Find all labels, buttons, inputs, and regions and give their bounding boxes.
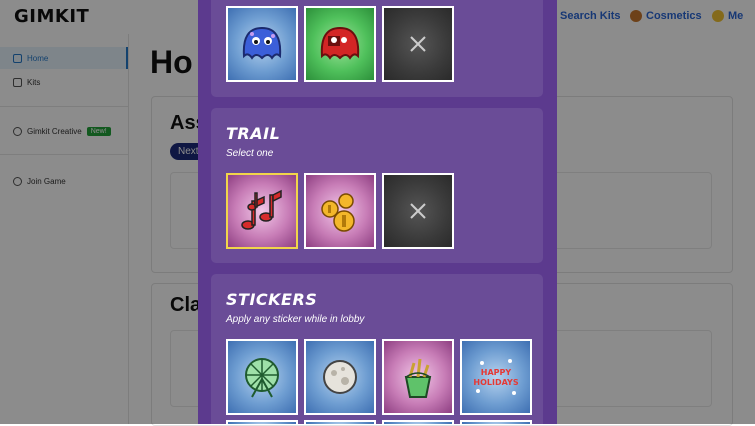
sticker-item-peek[interactable] bbox=[304, 420, 376, 424]
bucket-sticker[interactable] bbox=[382, 339, 454, 415]
stickers-title: STICKERS bbox=[226, 290, 318, 309]
happy-holidays-sticker[interactable]: HAPPY HOLIDAYS bbox=[460, 339, 532, 415]
x-icon bbox=[410, 203, 426, 219]
trail-panel: TRAIL Select one bbox=[211, 108, 543, 263]
moon-sticker[interactable] bbox=[304, 339, 376, 415]
coins-trail-item[interactable] bbox=[304, 173, 376, 249]
blue-gim-icon bbox=[242, 26, 282, 60]
moon-icon bbox=[323, 360, 357, 394]
none-item[interactable] bbox=[382, 6, 454, 82]
red-gim-icon bbox=[320, 26, 360, 60]
sticker-text-holidays: HOLIDAYS bbox=[473, 378, 518, 387]
music-notes-trail-item[interactable] bbox=[226, 173, 298, 249]
red-gim-item[interactable] bbox=[304, 6, 376, 82]
coins-icon bbox=[321, 193, 355, 232]
stickers-panel: STICKERS Apply any sticker while in lobb… bbox=[211, 274, 543, 424]
sticker-item-peek[interactable] bbox=[226, 420, 298, 424]
holiday-icon: HAPPY HOLIDAYS bbox=[473, 359, 519, 395]
sticker-item-peek[interactable] bbox=[460, 420, 532, 424]
cosmetics-modal: TRAIL Select one STICKERS Apply any stic… bbox=[198, 0, 557, 424]
x-icon bbox=[410, 36, 426, 52]
trail-subtitle: Select one bbox=[226, 148, 274, 159]
trail-title: TRAIL bbox=[226, 124, 281, 143]
hamster-wheel-icon bbox=[245, 358, 279, 398]
blue-gim-item[interactable] bbox=[226, 6, 298, 82]
hamster-wheel-sticker[interactable] bbox=[226, 339, 298, 415]
music-notes-icon bbox=[241, 189, 282, 230]
character-panel bbox=[211, 0, 543, 97]
stickers-subtitle: Apply any sticker while in lobby bbox=[226, 314, 365, 325]
none-trail-item[interactable] bbox=[382, 173, 454, 249]
bucket-icon bbox=[404, 358, 432, 398]
sticker-item-peek[interactable] bbox=[382, 420, 454, 424]
sticker-text-happy: HAPPY bbox=[481, 368, 512, 377]
